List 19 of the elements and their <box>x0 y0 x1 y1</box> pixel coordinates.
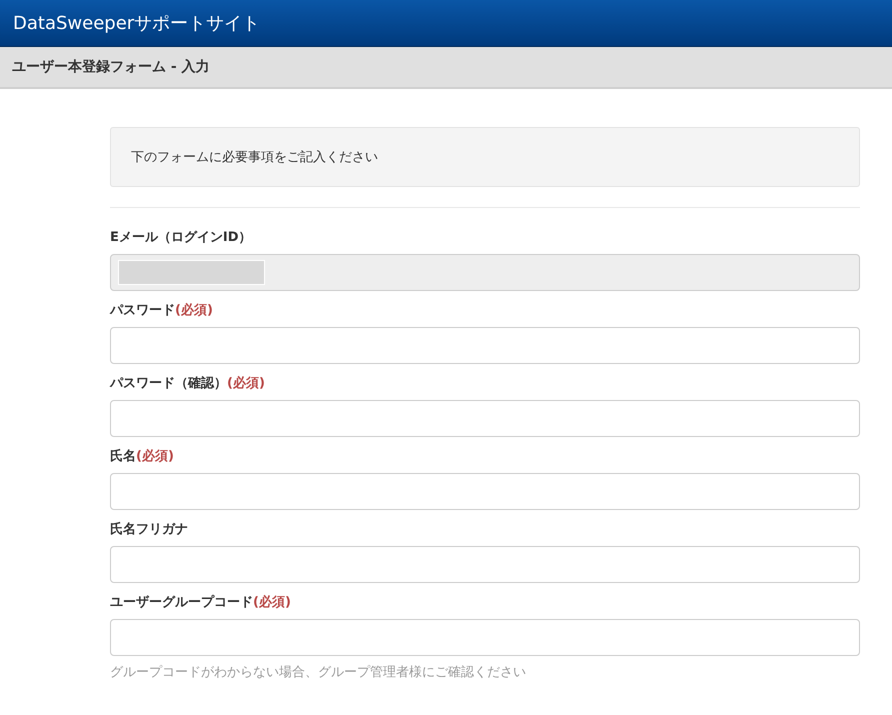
input-field[interactable] <box>110 619 860 656</box>
input-field[interactable] <box>110 546 860 583</box>
input-field[interactable] <box>110 327 860 364</box>
field-label: パスワード <box>110 303 175 318</box>
input-field[interactable] <box>110 473 860 510</box>
field-label: パスワード（確認） <box>110 376 227 391</box>
required-mark: (必須) <box>175 303 213 318</box>
site-title[interactable]: DataSweeperサポートサイト <box>13 11 260 35</box>
help-text: グループコードがわからない場合、グループ管理者様にご確認ください <box>110 664 527 681</box>
required-mark: (必須) <box>253 595 291 610</box>
notice-text: 下のフォームに必要事項をご記入ください <box>131 149 378 166</box>
page-title: ユーザー本登録フォーム - 入力 <box>12 58 210 76</box>
required-mark: (必須) <box>227 376 265 391</box>
field-label: 氏名フリガナ <box>110 522 188 537</box>
field-label: ユーザーグループコード <box>110 595 253 610</box>
field-label: 氏名 <box>110 449 136 464</box>
input-field[interactable] <box>110 400 860 437</box>
required-mark: (必須) <box>136 449 174 464</box>
field-label: Eメール（ログインID） <box>110 230 252 245</box>
